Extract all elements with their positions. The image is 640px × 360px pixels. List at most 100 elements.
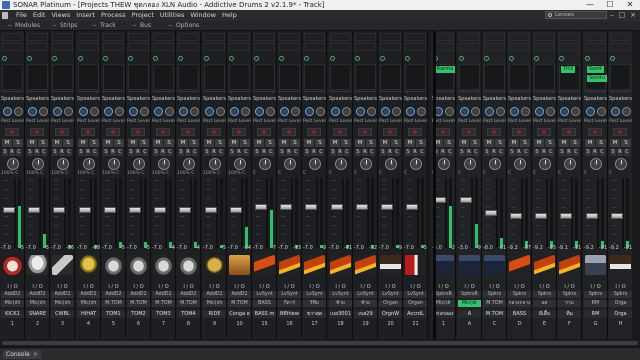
send-level-knob[interactable] [129,107,138,116]
c-button[interactable]: C [318,149,324,156]
ride-image[interactable] [204,255,225,275]
mixer-image[interactable] [484,255,505,275]
volume-fader[interactable] [79,207,91,213]
doc-maximize-button[interactable]: □ [619,10,626,21]
r-button[interactable]: R [9,149,15,156]
snare-image[interactable] [27,255,48,275]
track-name[interactable]: AccrdL [404,310,427,318]
send-slot[interactable] [178,33,199,41]
send-slot[interactable] [405,33,426,41]
input-echo-led[interactable] [103,56,108,61]
pan-knob[interactable] [158,158,170,170]
send-pan-knob[interactable] [521,107,530,116]
pan-knob[interactable] [7,158,19,170]
section-bus[interactable]: Bus [132,22,151,30]
s-button[interactable]: S [178,149,184,156]
mute-button[interactable]: M [509,139,519,147]
pan-knob[interactable] [590,158,602,170]
input-echo-led[interactable] [128,56,133,61]
record-arm-button[interactable] [588,128,602,136]
r-button[interactable]: R [541,149,547,156]
send-slot[interactable] [128,43,149,51]
track-name[interactable]: KICK1 [1,310,24,318]
send-pan-knob[interactable] [392,107,401,116]
send-slot[interactable] [509,43,530,51]
fader-track[interactable] [165,178,167,248]
record-arm-button[interactable] [106,128,120,136]
input-echo-led[interactable] [304,56,309,61]
send-slot[interactable] [559,43,580,51]
solo-button[interactable]: S [89,139,99,147]
r-button[interactable]: R [491,149,497,156]
c-button[interactable]: C [548,149,554,156]
mute-button[interactable]: M [78,139,88,147]
fx-rack[interactable] [254,64,275,90]
record-arm-button[interactable] [358,128,372,136]
fx-rack[interactable] [153,64,174,90]
kick-image[interactable] [2,255,23,275]
output-selector[interactable]: Mic(dร [26,300,49,307]
fader-track[interactable] [417,178,419,248]
send-pan-knob[interactable] [165,107,174,116]
fx-rack[interactable] [229,64,250,90]
organ-image[interactable] [380,255,401,275]
pan-knob[interactable] [514,158,526,170]
fx-rack[interactable]: Sonit Sonitu [585,64,607,90]
fx-rack[interactable] [459,64,480,90]
send-level-knob[interactable] [154,107,163,116]
track-name[interactable]: เบส29 [354,310,377,318]
menu-item-edit[interactable]: Edit [30,10,49,21]
send-slot[interactable] [534,43,555,51]
volume-fader[interactable] [535,213,547,219]
fx-rack[interactable] [509,64,530,90]
lenses-search[interactable]: Lenses [545,11,607,19]
send-slot[interactable] [178,43,199,51]
section-track[interactable]: Track [92,22,116,30]
output-selector[interactable]: Mic(dร [203,300,226,307]
volume-fader[interactable] [510,213,522,219]
send-slot[interactable] [254,33,275,41]
send-level-knob[interactable] [381,107,390,116]
send-slot[interactable] [433,43,454,51]
c-button[interactable]: C [142,149,148,156]
send-slot[interactable] [484,33,505,41]
input-selector[interactable]: AddD2 [102,291,125,298]
c-button[interactable]: C [117,149,123,156]
send-pan-knob[interactable] [571,107,580,116]
solo-button[interactable]: S [265,139,275,147]
track-name[interactable]: TOM2 [127,310,150,318]
r-button[interactable]: R [286,149,292,156]
track-name[interactable]: RM [584,310,607,318]
mute-button[interactable]: M [229,139,239,147]
input-selector[interactable]: AddD2 [152,291,175,298]
fader-track[interactable] [115,178,117,248]
mixer-image[interactable] [459,255,480,275]
mute-button[interactable]: M [585,139,595,147]
organ-image[interactable] [610,255,631,275]
r-button[interactable]: R [337,149,343,156]
mixer-image[interactable] [433,255,454,275]
pan-knob[interactable] [183,158,195,170]
record-arm-button[interactable] [512,128,526,136]
track-name[interactable]: HIHAT [77,310,100,318]
c-button[interactable]: C [344,149,350,156]
conga-image[interactable] [229,255,250,275]
mute-button[interactable]: M [405,139,415,147]
mute-button[interactable]: M [103,139,113,147]
output-selector[interactable]: Orga [609,300,632,307]
send-slot[interactable] [27,33,48,41]
track-name[interactable]: ขวาสุด [303,310,326,318]
pan-knob[interactable] [209,158,221,170]
guitar-image[interactable] [559,255,580,275]
menu-item-file[interactable]: File [13,10,30,21]
mute-button[interactable]: M [279,139,289,147]
output-selector[interactable]: Mic(dร [77,300,100,307]
doc-close-button[interactable]: × [630,10,636,21]
guitar-image[interactable] [534,255,555,275]
send-slot[interactable] [78,33,99,41]
solo-button[interactable]: S [240,139,250,147]
send-pan-knob[interactable] [39,107,48,116]
s-button[interactable]: S [330,149,336,156]
send-level-knob[interactable] [305,107,314,116]
r-button[interactable]: R [160,149,166,156]
